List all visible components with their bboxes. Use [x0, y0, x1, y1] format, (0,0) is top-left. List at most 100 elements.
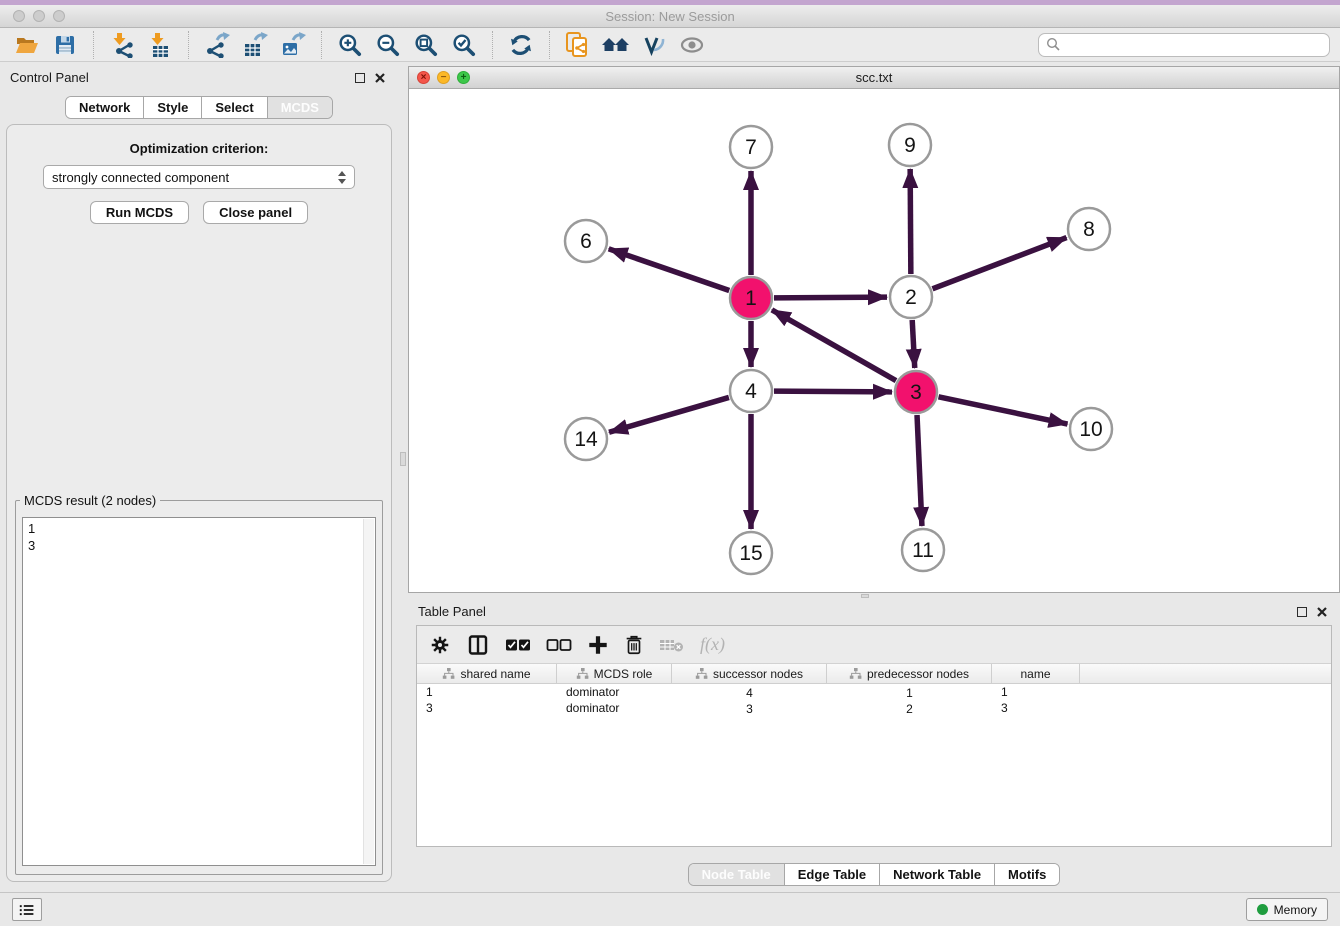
network-minimize-button[interactable]: − [437, 71, 450, 84]
tab-node-table[interactable]: Node Table [689, 864, 784, 885]
select-all-columns-button[interactable] [505, 637, 531, 653]
float-panel-icon[interactable] [1297, 607, 1307, 617]
zoom-out-button[interactable] [371, 30, 405, 60]
tab-motifs[interactable]: Motifs [994, 864, 1059, 885]
float-panel-icon[interactable] [355, 73, 365, 83]
close-panel-icon[interactable] [374, 72, 386, 84]
table-cell[interactable]: 4 [672, 684, 827, 700]
result-scrollbar[interactable] [363, 519, 374, 864]
minimize-window-button[interactable] [33, 10, 45, 22]
graph-edge-2-8[interactable] [932, 238, 1066, 289]
graph-node-2[interactable]: 2 [890, 276, 932, 318]
column-header-MCDS-role[interactable]: MCDS role [557, 664, 672, 683]
zoom-selected-button[interactable] [447, 30, 481, 60]
table-cell[interactable]: 2 [827, 700, 992, 716]
delete-table-button[interactable] [659, 636, 685, 654]
mcds-result-text[interactable]: 1 3 [22, 517, 376, 866]
splitter-grip[interactable] [400, 452, 406, 466]
table-cell[interactable]: dominator [557, 684, 672, 700]
apply-style-button[interactable] [637, 30, 671, 60]
graph-edge-3-1[interactable] [772, 310, 896, 381]
network-overview-button[interactable] [561, 30, 595, 60]
import-table-button[interactable] [143, 30, 177, 60]
tab-network-table[interactable]: Network Table [879, 864, 994, 885]
column-header-shared-name[interactable]: shared name [417, 664, 557, 683]
column-header-name[interactable]: name [992, 664, 1080, 683]
refresh-button[interactable] [504, 30, 538, 60]
save-session-button[interactable] [48, 30, 82, 60]
optimization-criterion-select[interactable]: strongly connected component [43, 165, 355, 189]
show-hide-button[interactable] [675, 30, 709, 60]
unchecked-boxes-icon [546, 637, 572, 653]
graph-node-4[interactable]: 4 [730, 370, 772, 412]
graph-edge-3-10[interactable] [939, 397, 1068, 424]
graph-edge-4-14[interactable] [609, 397, 729, 432]
graph-node-11[interactable]: 11 [902, 529, 944, 571]
graph-edge-1-6[interactable] [609, 249, 730, 291]
delete-column-button[interactable] [624, 634, 644, 656]
home-button[interactable] [599, 30, 633, 60]
network-canvas[interactable]: 7 9 6 8 1 2 4 3 14 10 15 11 [409, 89, 1339, 592]
graph-edge-1-2[interactable] [774, 297, 887, 298]
export-image-button[interactable] [276, 30, 310, 60]
open-session-button[interactable] [10, 30, 44, 60]
table-settings-button[interactable] [429, 634, 451, 656]
table-cell[interactable]: 3 [992, 700, 1080, 716]
zoom-window-button[interactable] [53, 10, 65, 22]
graph-node-8[interactable]: 8 [1068, 208, 1110, 250]
graph-node-14[interactable]: 14 [565, 418, 607, 460]
graph-edge-2-3[interactable] [912, 320, 915, 368]
table-cell[interactable]: 3 [672, 700, 827, 716]
graph-node-3[interactable]: 3 [895, 371, 937, 413]
graph-node-9[interactable]: 9 [889, 124, 931, 166]
column-header-predecessor-nodes[interactable]: predecessor nodes [827, 664, 992, 683]
attribute-type-icon [695, 668, 708, 680]
table-cell[interactable]: 1 [417, 684, 557, 700]
gear-icon [429, 634, 451, 656]
column-label: shared name [460, 667, 530, 681]
graph-node-7[interactable]: 7 [730, 126, 772, 168]
tab-network[interactable]: Network [66, 97, 143, 118]
vertical-splitter[interactable] [398, 62, 408, 892]
network-close-button[interactable]: × [417, 71, 430, 84]
graph-edge-3-11[interactable] [917, 415, 922, 526]
graph-edge-4-3[interactable] [774, 391, 892, 392]
zoom-in-button[interactable] [333, 30, 367, 60]
create-column-button[interactable] [587, 634, 609, 656]
tab-edge-table[interactable]: Edge Table [784, 864, 879, 885]
search-input[interactable] [1066, 36, 1322, 53]
close-panel-button[interactable]: Close panel [203, 201, 308, 224]
zoom-fit-icon [413, 32, 439, 58]
node-label: 3 [910, 381, 922, 404]
import-network-button[interactable] [105, 30, 139, 60]
graph-node-6[interactable]: 6 [565, 220, 607, 262]
show-panels-button[interactable] [12, 898, 42, 921]
graph-node-1[interactable]: 1 [730, 277, 772, 319]
export-table-button[interactable] [238, 30, 272, 60]
memory-button[interactable]: Memory [1246, 898, 1328, 921]
network-zoom-button[interactable]: + [457, 71, 470, 84]
tab-style[interactable]: Style [143, 97, 201, 118]
zoom-fit-button[interactable] [409, 30, 443, 60]
run-mcds-button[interactable]: Run MCDS [90, 201, 189, 224]
close-window-button[interactable] [13, 10, 25, 22]
graph-edge-2-9[interactable] [910, 169, 911, 274]
export-network-button[interactable] [200, 30, 234, 60]
table-cell[interactable]: dominator [557, 700, 672, 716]
column-header-successor-nodes[interactable]: successor nodes [672, 664, 827, 683]
table-cell[interactable]: 1 [827, 684, 992, 700]
splitter-grip[interactable] [861, 594, 869, 598]
eye-icon [678, 33, 706, 57]
function-builder-button[interactable]: f(x) [700, 634, 725, 655]
unselect-all-columns-button[interactable] [546, 637, 572, 653]
zoom-out-icon [375, 32, 401, 58]
tab-select[interactable]: Select [201, 97, 266, 118]
graph-node-10[interactable]: 10 [1070, 408, 1112, 450]
close-panel-icon[interactable] [1316, 606, 1328, 618]
network-graph[interactable]: 7 9 6 8 1 2 4 3 14 10 15 11 [409, 89, 1339, 592]
table-cell[interactable]: 1 [992, 684, 1080, 700]
show-column-panel-button[interactable] [466, 633, 490, 657]
table-cell[interactable]: 3 [417, 700, 557, 716]
graph-node-15[interactable]: 15 [730, 532, 772, 574]
tab-mcds[interactable]: MCDS [267, 97, 332, 118]
